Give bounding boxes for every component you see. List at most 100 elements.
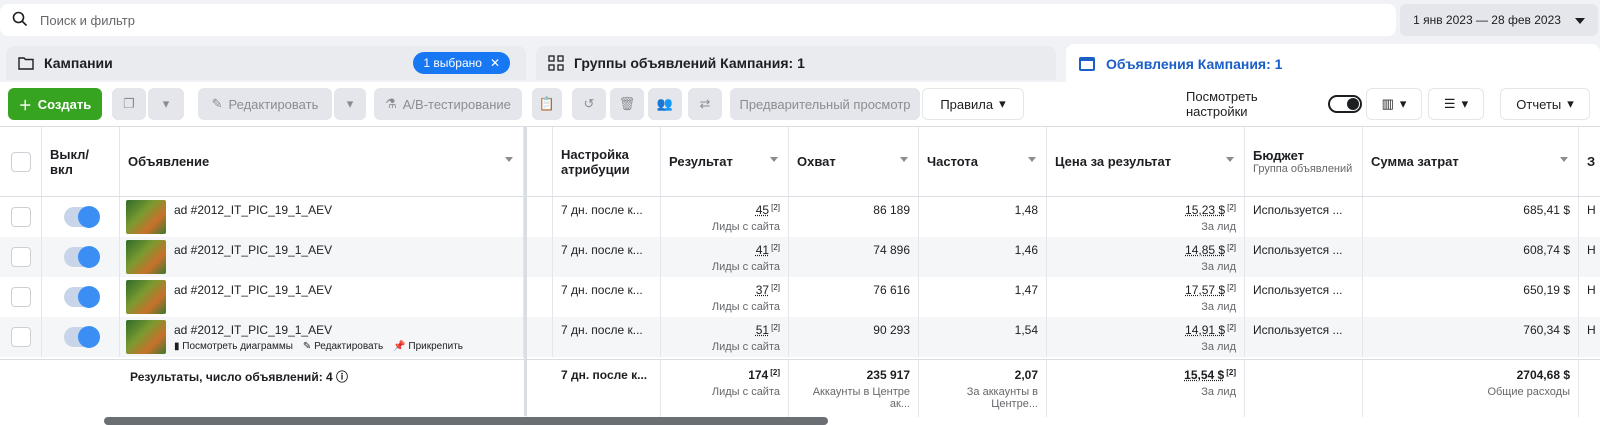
next-value: Н (1587, 203, 1596, 217)
next-cell: Н (1579, 237, 1600, 277)
cpr-value[interactable]: 14,91 $ (1185, 323, 1225, 337)
reach-value: 86 189 (873, 203, 910, 217)
duplicate-button[interactable]: ❐ (112, 88, 146, 120)
result-value[interactable]: 51 (756, 323, 769, 337)
attribution-value: 7 дн. после к... (561, 203, 643, 217)
row-spacer (527, 197, 553, 237)
sort-caret-icon (1560, 157, 1568, 162)
col-cost-per-result[interactable]: Цена за результат (1047, 127, 1245, 196)
ad-name[interactable]: ad #2012_IT_PIC_19_1_AEV (174, 283, 332, 297)
duplicate-dropdown[interactable]: ▾ (148, 88, 184, 120)
spend-value: 685,41 $ (1523, 203, 1570, 217)
budget-cell: Используется ... (1245, 317, 1363, 357)
row-actions: ▮ Посмотреть диаграммы ✎ Редактировать 📌… (174, 341, 463, 352)
frozen-column-divider[interactable] (524, 126, 527, 416)
undo-button[interactable]: ↺ (572, 88, 606, 120)
delete-button[interactable]: 🗑 (610, 88, 644, 120)
ad-name[interactable]: ad #2012_IT_PIC_19_1_AEV (174, 243, 332, 257)
preview-label: Предварительный просмотр (739, 96, 911, 112)
ad-name-cell[interactable]: ad #2012_IT_PIC_19_1_AEV (120, 277, 524, 317)
col-attribution[interactable]: Настройка атрибуции (553, 127, 661, 196)
reports-button[interactable]: Отчеты ▾ (1500, 88, 1590, 120)
frequency-value: 1,47 (1014, 283, 1038, 297)
ad-toggle[interactable] (63, 326, 100, 348)
result-value[interactable]: 45 (756, 203, 769, 217)
col-ad[interactable]: Объявление (120, 127, 524, 196)
pin-icon: 📌 (393, 341, 406, 352)
table-row[interactable]: ad #2012_IT_PIC_19_1_AEV 7 дн. после к..… (0, 277, 1600, 317)
export-button[interactable]: ⇄ (688, 88, 722, 120)
result-value[interactable]: 41 (756, 243, 769, 257)
cpr-value[interactable]: 15,23 $ (1185, 203, 1225, 217)
totals-frequency: 2,07 За аккаунты в Центре... (919, 360, 1047, 417)
result-value[interactable]: 37 (756, 283, 769, 297)
view-charts-link[interactable]: ▮ Посмотреть диаграммы (174, 341, 293, 352)
search-input[interactable]: Поиск и фильтр (40, 13, 135, 28)
totals-reach-sub: Аккаунты в Центре ак... (812, 386, 910, 410)
col-frequency[interactable]: Частота (919, 127, 1047, 196)
cpr-value[interactable]: 14,85 $ (1185, 243, 1225, 257)
edit-button[interactable]: ✎ Редактировать (198, 88, 332, 120)
ad-name-cell[interactable]: ad #2012_IT_PIC_19_1_AEV ▮ Посмотреть ди… (120, 317, 524, 357)
create-button[interactable]: ＋ Создать (8, 88, 102, 120)
row-checkbox[interactable] (10, 327, 31, 347)
result-note: [2] (771, 203, 780, 212)
tab-adsets[interactable]: Группы объявлений Кампания: 1 (536, 46, 1056, 80)
export-icon: ⇄ (699, 96, 711, 111)
audience-button[interactable]: 👥 (648, 88, 682, 120)
rules-button[interactable]: Правила ▾ (922, 88, 1024, 120)
table-row[interactable]: ad #2012_IT_PIC_19_1_AEV ▮ Посмотреть ди… (0, 317, 1600, 357)
ad-name[interactable]: ad #2012_IT_PIC_19_1_AEV (174, 323, 332, 337)
col-spend[interactable]: Сумма затрат (1363, 127, 1579, 196)
ads-table: Выкл/ вкл Объявление Настройка атрибуции… (0, 126, 1600, 417)
totals-cpr-sub: За лид (1201, 386, 1236, 398)
date-range-picker[interactable]: 1 янв 2023 — 28 фев 2023 (1400, 4, 1598, 36)
col-next-label: З (1587, 154, 1596, 169)
columns-button[interactable]: ▥ ▾ (1366, 88, 1422, 120)
clipboard-button[interactable]: 📋 (532, 88, 562, 120)
plus-icon: ＋ (18, 97, 32, 113)
col-next[interactable]: З (1579, 127, 1600, 196)
folder-icon (18, 56, 34, 70)
horizontal-scrollbar[interactable] (104, 417, 828, 425)
pin-link[interactable]: 📌 Прикрепить (393, 341, 463, 352)
toggle-switch[interactable] (1328, 95, 1362, 113)
ad-name-cell[interactable]: ad #2012_IT_PIC_19_1_AEV (120, 237, 524, 277)
totals-cpr-value[interactable]: 15,54 $ (1184, 368, 1224, 382)
select-all-checkbox[interactable] (10, 151, 31, 172)
cpr-value[interactable]: 17,57 $ (1185, 283, 1225, 297)
table-row[interactable]: ad #2012_IT_PIC_19_1_AEV 7 дн. после к..… (0, 237, 1600, 277)
ad-name-cell[interactable]: ad #2012_IT_PIC_19_1_AEV (120, 197, 524, 237)
ab-test-button[interactable]: ⚗ A/B-тестирование (374, 88, 522, 120)
col-budget-label: Бюджет (1253, 148, 1304, 163)
row-checkbox[interactable] (10, 207, 31, 227)
row-checkbox[interactable] (10, 247, 31, 267)
ad-toggle[interactable] (63, 246, 100, 268)
ad-toggle[interactable] (63, 206, 100, 228)
selected-badge[interactable]: 1 выбрано ✕ (413, 52, 510, 74)
totals-frequency-sub: За аккаунты в Центре... (966, 386, 1038, 410)
pencil-icon: ✎ (302, 341, 312, 352)
ad-name[interactable]: ad #2012_IT_PIC_19_1_AEV (174, 203, 332, 217)
edit-link[interactable]: ✎ Редактировать (303, 341, 383, 352)
row-checkbox[interactable] (10, 287, 31, 307)
preview-button[interactable]: Предварительный просмотр (730, 88, 920, 120)
result-sub: Лиды с сайта (711, 301, 780, 313)
col-result[interactable]: Результат (661, 127, 789, 196)
breakdown-button[interactable]: ☰ ▾ (1428, 88, 1484, 120)
edit-dropdown[interactable]: ▾ (334, 88, 366, 120)
close-icon[interactable]: ✕ (490, 56, 500, 70)
tab-campaigns[interactable]: Кампании 1 выбрано ✕ (6, 46, 526, 80)
col-budget[interactable]: Бюджет Группа объявлений (1245, 127, 1363, 196)
result-value-wrap: 41 [2] (756, 243, 780, 257)
col-reach[interactable]: Охват (789, 127, 919, 196)
cpr-value-wrap: 14,91 $ [2] (1185, 323, 1236, 337)
info-icon[interactable]: ⓘ (336, 370, 348, 384)
col-onoff[interactable]: Выкл/ вкл (42, 127, 120, 196)
search-bar[interactable]: Поиск и фильтр (0, 4, 1396, 36)
tab-ads[interactable]: Объявления Кампания: 1 (1066, 44, 1600, 84)
ad-toggle[interactable] (63, 286, 100, 308)
view-settings-toggle[interactable]: Посмотреть настройки (1186, 88, 1362, 120)
table-row[interactable]: ad #2012_IT_PIC_19_1_AEV 7 дн. после к..… (0, 197, 1600, 237)
totals-cpr: 15,54 $ [2] За лид (1047, 360, 1245, 417)
